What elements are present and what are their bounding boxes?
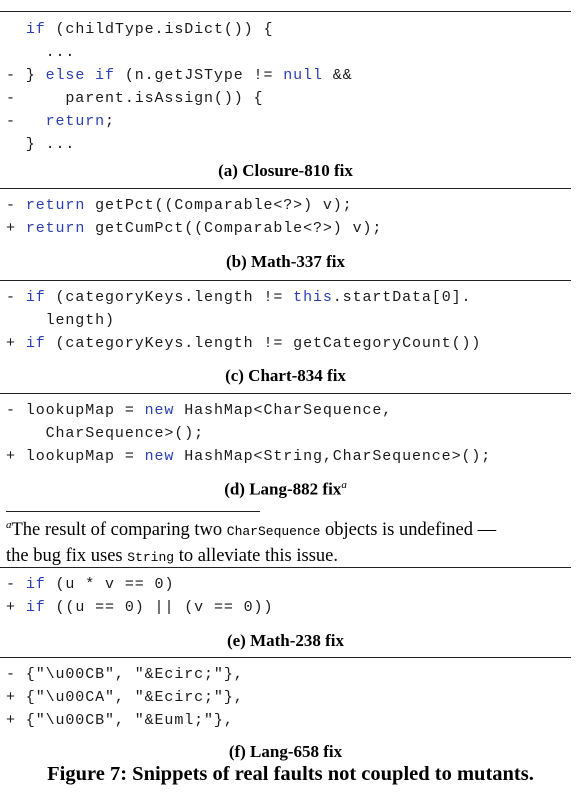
code-line: } ... [6,133,353,156]
code-text: + {"\u00CB", "&Euml;"}, [6,712,234,729]
footnote-code-1: CharSequence [226,524,321,540]
code-text: - [6,113,46,130]
panel-a-caption: (a) Closure-810 fix [218,161,353,180]
panel-e-top-rule [0,567,571,568]
code-text: + [6,335,26,352]
footnote-rule [6,511,260,512]
code-text: HashMap<String,CharSequence>(); [174,448,492,465]
panel-d-top-rule [0,393,571,394]
code-text: + [6,220,26,237]
code-keyword: if [25,599,46,616]
panel-d-caption: (d) Lang-882 fixa [0,479,571,500]
code-text: - [6,576,26,593]
code-line: + lookupMap = new HashMap<String,CharSeq… [6,445,491,468]
code-line: - if (categoryKeys.length != this.startD… [6,286,481,309]
footnote-text-1: The result of comparing two [11,520,227,541]
code-text: - parent.isAssign()) { [6,90,264,107]
panel-b-code: - return getPct((Comparable<?>) v); + ret… [6,194,382,240]
panel-f-caption: (f) Lang-658 fix [228,742,343,761]
code-line: - } else if (n.getJSType != null && [6,64,353,87]
panel-b-caption: (b) Math-337 fix [226,252,345,271]
code-text: - lookupMap = [6,402,145,419]
footnote-ref-marker: a [341,479,347,491]
code-text: + [6,599,26,616]
code-text: - } [6,67,46,84]
panel-d-code: - lookupMap = new HashMap<CharSequence, … [6,399,491,468]
code-keyword: if [25,289,46,306]
footnote-text-2: objects is undefined — [320,520,497,541]
code-keyword: null [283,67,323,84]
code-keyword: this [293,289,333,306]
code-text: (n.getJSType != [114,67,284,84]
figure-caption: Figure 7: Snippets of real faults not co… [47,763,534,785]
code-line: length) [6,309,481,332]
code-text: ... [6,44,76,61]
panel-f-code: - {"\u00CB", "&Ecirc;"}, + {"\u00CA", "&E… [6,663,244,732]
code-text: (categoryKeys.length != getCategoryCount… [45,335,482,352]
code-text: (u * v == 0) [45,576,175,593]
footnote-line-1: aThe result of comparing two CharSequenc… [6,513,576,544]
code-line: if (childType.isDict()) { [6,18,353,41]
panel-b-top-rule [0,188,571,189]
panel-c-caption: (c) Chart-834 fix [225,366,346,385]
footnote-text-4: to alleviate this issue. [174,546,338,567]
panel-d-caption-text: (d) Lang-882 fix [224,479,342,499]
code-keyword: new [144,448,175,465]
code-line: + {"\u00CB", "&Euml;"}, [6,709,244,732]
code-text: getCumPct((Comparable<?>) v); [85,220,383,237]
code-text: length) [6,312,115,329]
footnote: aThe result of comparing two CharSequenc… [6,513,576,570]
code-text: .startData[0]. [332,289,472,306]
code-text: (childType.isDict()) { [45,21,274,38]
footnote-code-2: String [127,550,175,566]
code-line: + return getCumPct((Comparable<?>) v); [6,217,382,240]
panel-f-top-rule [0,657,571,658]
code-text: CharSequence>(); [6,425,205,442]
code-text: ; [105,113,115,130]
panel-c-top-rule [0,280,571,281]
code-keyword: return [25,220,86,237]
code-text: - [6,289,26,306]
code-keyword: return [25,197,86,214]
code-line: + if ((u == 0) || (v == 0)) [6,596,273,619]
code-keyword: if [25,576,46,593]
code-text: - {"\u00CB", "&Ecirc;"}, [6,666,244,683]
panel-e-code: - if (u * v == 0) + if ((u == 0) || (v ==… [6,573,273,619]
code-line: - if (u * v == 0) [6,573,273,596]
code-line: - lookupMap = new HashMap<CharSequence, [6,399,491,422]
code-text: (categoryKeys.length != [45,289,294,306]
code-text: HashMap<CharSequence, [174,402,393,419]
code-text: ((u == 0) || (v == 0)) [45,599,274,616]
code-line: - parent.isAssign()) { [6,87,353,110]
code-text: - [6,197,26,214]
code-line: - return; [6,110,353,133]
footnote-text-3: the bug fix uses [6,546,128,567]
code-text: && [322,67,353,84]
code-keyword: return [45,113,106,130]
code-line: + if (categoryKeys.length != getCategory… [6,332,481,355]
code-line: ... [6,41,353,64]
panel-a-top-rule [0,11,571,12]
code-text: } ... [6,136,76,153]
code-keyword: if [25,21,46,38]
code-line: + {"\u00CA", "&Ecirc;"}, [6,686,244,709]
panel-c-code: - if (categoryKeys.length != this.startD… [6,286,481,355]
code-line: - return getPct((Comparable<?>) v); [6,194,382,217]
code-line: CharSequence>(); [6,422,491,445]
code-line: - {"\u00CB", "&Ecirc;"}, [6,663,244,686]
code-text: + {"\u00CA", "&Ecirc;"}, [6,689,244,706]
code-keyword: else if [45,67,115,84]
code-keyword: new [144,402,175,419]
panel-a-code: if (childType.isDict()) { ... - } else if… [6,18,353,156]
code-keyword: if [25,335,46,352]
panel-e-caption: (e) Math-238 fix [226,631,345,650]
code-text: getPct((Comparable<?>) v); [85,197,353,214]
code-text: + lookupMap = [6,448,145,465]
